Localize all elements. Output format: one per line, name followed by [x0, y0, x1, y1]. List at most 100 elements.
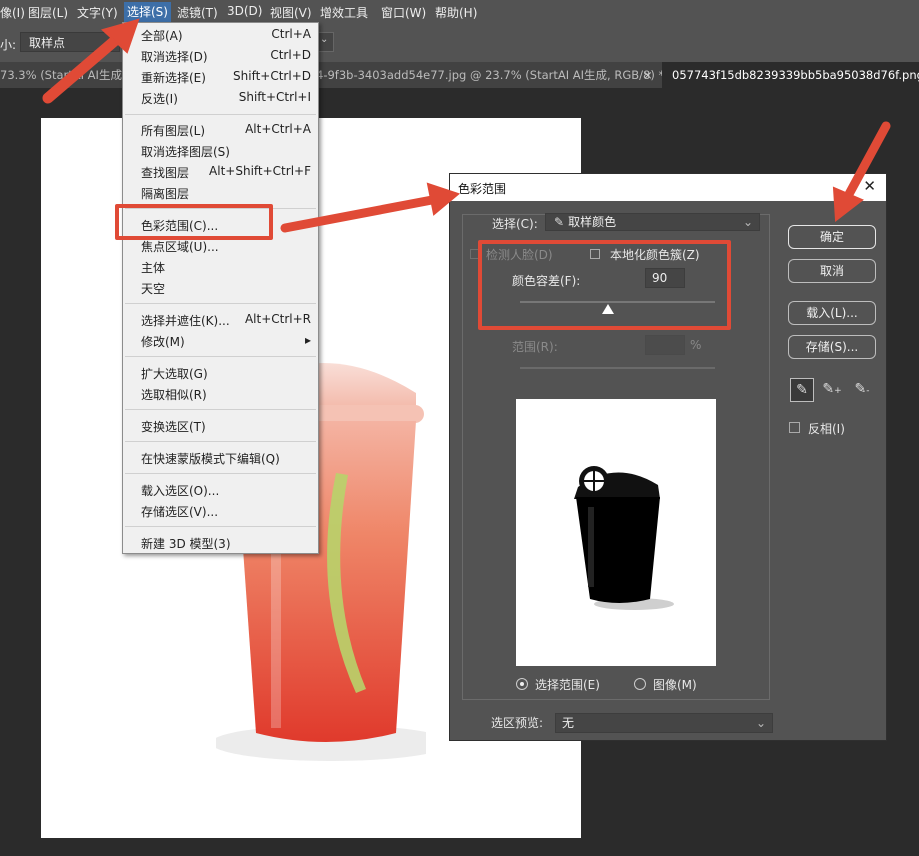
menu-item-subject[interactable]: 主体 — [141, 259, 311, 276]
save-button[interactable]: 存储(S)... — [788, 335, 876, 359]
menu-item-find-layers[interactable]: 查找图层 Alt+Shift+Ctrl+F — [141, 164, 311, 181]
menu-select[interactable]: 选择(S) — [124, 2, 171, 22]
menu-item-deselect[interactable]: 取消选择(D) Ctrl+D — [141, 48, 311, 65]
eyedropper-plus-icon[interactable]: ✎+ — [820, 378, 844, 402]
menu-item-quick-mask[interactable]: 在快速蒙版模式下编辑(Q) — [141, 450, 311, 467]
chevron-down-icon: ⌄ — [742, 215, 753, 229]
menu-item-deselect-layers[interactable]: 取消选择图层(S) — [141, 143, 311, 160]
menu-item-new-3d-model[interactable]: 新建 3D 模型(3) — [141, 535, 311, 552]
menu-item-shortcut: Shift+Ctrl+D — [233, 69, 311, 83]
menu-item-label: 选择并遮住(K)... — [141, 314, 230, 328]
menu-item-load-selection[interactable]: 载入选区(O)... — [141, 482, 311, 499]
menu-item-label: 查找图层 — [141, 166, 190, 180]
menu-layer[interactable]: 图层(L) — [28, 4, 68, 21]
menu-item-shortcut: Ctrl+D — [270, 48, 311, 62]
menu-separator — [125, 526, 316, 527]
selection-preview-dropdown[interactable]: 无 ⌄ — [555, 713, 773, 733]
menu-item-shortcut: Shift+Ctrl+I — [238, 90, 311, 104]
menu-bar: 像(I) 图层(L) 文字(Y) 选择(S) 滤镜(T) 3D(D) 视图(V)… — [0, 0, 919, 24]
menu-item-label: 在快速蒙版模式下编辑(Q) — [141, 452, 280, 466]
select-mode-value: 取样颜色 — [568, 215, 617, 229]
radio-selected-dot — [520, 682, 524, 686]
menu-item-shortcut: Alt+Ctrl+R — [244, 312, 311, 326]
ok-button[interactable]: 确定 — [788, 225, 876, 249]
select-mode-dropdown[interactable]: ✎ 取样颜色 ⌄ — [545, 213, 760, 231]
sample-size-label: 小: — [0, 38, 17, 52]
chevron-down-icon: ⌄ — [755, 716, 766, 730]
selection-preview-label: 选区预览: — [491, 716, 544, 730]
sample-size-select[interactable]: 取样点 — [20, 32, 120, 52]
dialog-title-bar: 色彩范围 ✕ — [450, 174, 886, 201]
menu-item-focus-area[interactable]: 焦点区域(U)... — [141, 238, 311, 255]
selection-preview-value: 无 — [562, 716, 575, 730]
selection-preview — [516, 399, 716, 666]
menu-item-inverse[interactable]: 反选(I) Shift+Ctrl+I — [141, 90, 311, 107]
range-label: 范围(R): — [512, 340, 558, 354]
menu-item-transform-selection[interactable]: 变换选区(T) — [141, 418, 311, 435]
select-label: 选择(C): — [492, 217, 538, 231]
range-input — [645, 335, 685, 355]
menu-item-reselect[interactable]: 重新选择(E) Shift+Ctrl+D — [141, 69, 311, 86]
tab-doc-2[interactable]: 4-9f3b-3403add54e77.jpg @ 23.7% (StartAI… — [316, 62, 664, 88]
eyedropper-icon: ✎ — [554, 215, 565, 229]
close-icon[interactable]: ✕ — [863, 177, 876, 195]
menu-item-label: 存储选区(V)... — [141, 505, 219, 519]
menu-item-similar[interactable]: 选取相似(R) — [141, 386, 311, 403]
menu-separator — [125, 473, 316, 474]
menu-item-label: 修改(M) — [141, 335, 185, 349]
menu-item-label: 变换选区(T) — [141, 420, 206, 434]
menu-separator — [125, 303, 316, 304]
menu-item-save-selection[interactable]: 存储选区(V)... — [141, 503, 311, 520]
menu-item-label: 全部(A) — [141, 29, 183, 43]
menu-item-all-layers[interactable]: 所有图层(L) Alt+Ctrl+A — [141, 122, 311, 139]
eyedropper-icon[interactable]: ✎ — [790, 378, 814, 402]
range-slider — [520, 367, 715, 369]
menu-item-shortcut: Alt+Shift+Ctrl+F — [209, 164, 311, 178]
menu-item-label: 反选(I) — [141, 92, 178, 106]
select-menu-dropdown: 全部(A) Ctrl+A 取消选择(D) Ctrl+D 重新选择(E) Shift+C… — [122, 22, 319, 554]
fuzziness-highlight-box — [478, 240, 731, 330]
tab-doc-1[interactable]: 73.3% (StartAI AI生成, — [0, 62, 126, 88]
dialog-title: 色彩范围 — [458, 182, 507, 196]
menu-separator — [125, 114, 316, 115]
radio-image-label: 图像(M) — [653, 678, 697, 692]
menu-window[interactable]: 窗口(W) — [381, 4, 426, 21]
menu-type[interactable]: 文字(Y) — [77, 4, 118, 21]
menu-separator — [125, 441, 316, 442]
menu-3d[interactable]: 3D(D) — [227, 4, 262, 18]
load-button[interactable]: 载入(L)... — [788, 301, 876, 325]
tab-close-icon[interactable]: × — [643, 62, 653, 88]
tab-doc-3[interactable]: 057743f15db8239339bb5ba95038d76f.png @ — [662, 62, 919, 88]
radio-selection-label: 选择范围(E) — [535, 678, 600, 692]
invert-checkbox[interactable] — [789, 422, 800, 433]
menu-item-shortcut: Alt+Ctrl+A — [245, 122, 311, 136]
menu-separator — [125, 356, 316, 357]
menu-item-label: 焦点区域(U)... — [141, 240, 219, 254]
menu-item-label: 新建 3D 模型(3) — [141, 537, 231, 551]
menu-item-select-and-mask[interactable]: 选择并遮住(K)... Alt+Ctrl+R — [141, 312, 311, 329]
menu-item-label: 取消选择(D) — [141, 50, 208, 64]
menu-item-grow[interactable]: 扩大选取(G) — [141, 365, 311, 382]
menu-item-all[interactable]: 全部(A) Ctrl+A — [141, 27, 311, 44]
radio-selection[interactable] — [516, 678, 528, 690]
range-unit: % — [690, 338, 702, 352]
menu-item-isolate-layers[interactable]: 隔离图层 — [141, 185, 311, 202]
menu-separator — [125, 409, 316, 410]
menu-view[interactable]: 视图(V) — [270, 4, 312, 21]
menu-help[interactable]: 帮助(H) — [435, 4, 477, 21]
menu-plugins[interactable]: 增效工具 — [320, 4, 368, 21]
menu-item-sky[interactable]: 天空 — [141, 280, 311, 297]
menu-item-label: 主体 — [141, 261, 166, 275]
menu-item-label: 天空 — [141, 282, 166, 296]
cancel-button[interactable]: 取消 — [788, 259, 876, 283]
color-range-highlight-box — [115, 204, 273, 240]
menu-filter[interactable]: 滤镜(T) — [177, 4, 218, 21]
eyedropper-minus-icon[interactable]: ✎- — [850, 378, 874, 402]
menu-image[interactable]: 像(I) — [0, 4, 25, 21]
radio-image[interactable] — [634, 678, 646, 690]
menu-item-label: 扩大选取(G) — [141, 367, 208, 381]
menu-item-label: 取消选择图层(S) — [141, 145, 230, 159]
submenu-arrow-icon: ▸ — [304, 333, 311, 347]
menu-item-modify[interactable]: 修改(M) ▸ — [141, 333, 311, 350]
menu-item-label: 载入选区(O)... — [141, 484, 220, 498]
